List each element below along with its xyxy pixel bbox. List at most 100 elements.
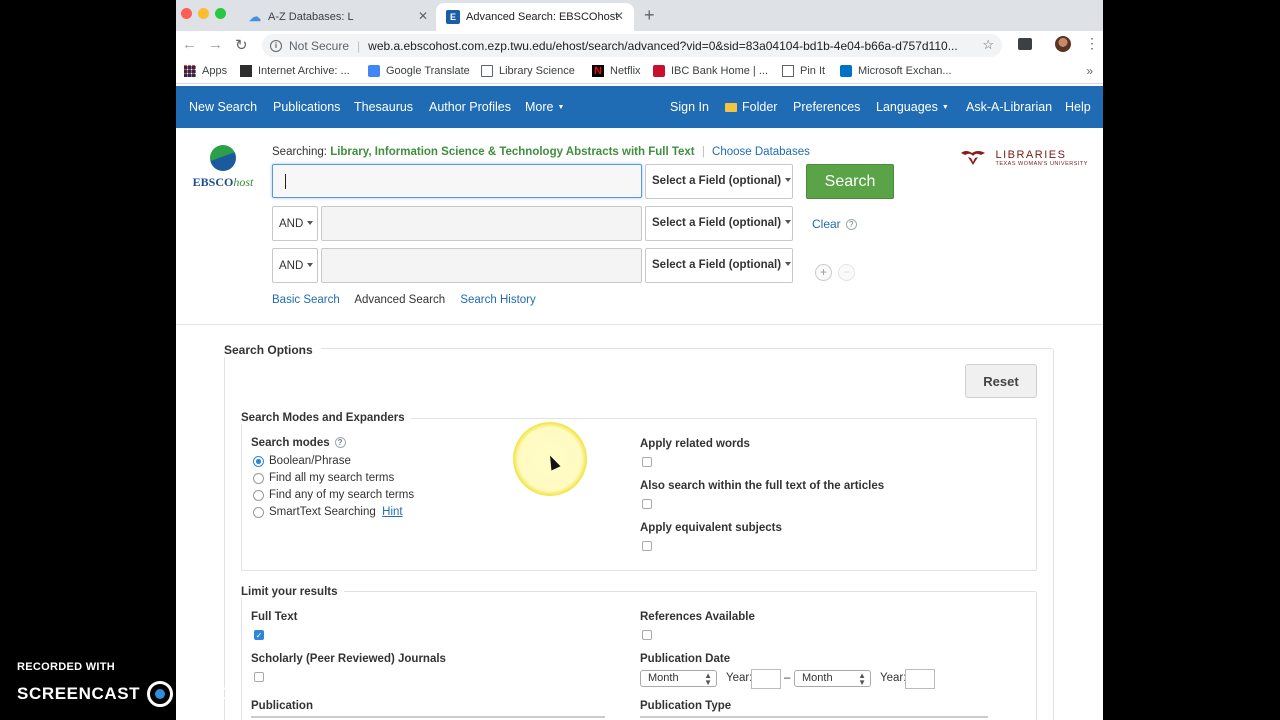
radio-boolean-phrase[interactable] xyxy=(253,456,264,467)
profile-avatar[interactable] xyxy=(1055,36,1071,52)
ask-a-librarian-link[interactable]: Ask-A-Librarian xyxy=(966,100,1052,114)
search-input-2[interactable] xyxy=(321,206,642,241)
folder-link[interactable]: Folder xyxy=(725,100,777,114)
end-month-select[interactable]: Month ▲ ▼ xyxy=(794,670,871,687)
radio-find-any[interactable] xyxy=(253,490,264,501)
year-label: Year: xyxy=(726,672,753,684)
close-icon[interactable]: ✕ xyxy=(614,9,624,23)
caret-down-icon xyxy=(785,220,792,224)
ebscohost-logo[interactable]: EBSCOhost xyxy=(188,145,258,190)
caret-down-icon xyxy=(307,263,314,267)
minimize-window-button[interactable] xyxy=(198,8,209,19)
author-profiles-link[interactable]: Author Profiles xyxy=(429,100,511,114)
bookmark-library-science[interactable]: Library Science xyxy=(481,65,575,77)
updown-arrows-icon: ▲ ▼ xyxy=(704,671,712,687)
bookmark-star-icon[interactable]: ☆ xyxy=(982,37,994,53)
reload-icon[interactable]: ↻ xyxy=(235,36,248,54)
reset-button[interactable]: Reset xyxy=(965,364,1037,398)
close-window-button[interactable] xyxy=(181,8,192,19)
bookmark-pin-it[interactable]: Pin It xyxy=(782,65,825,77)
caret-down-icon xyxy=(785,262,792,266)
publication-label: Publication xyxy=(251,700,313,712)
field-select-2[interactable]: Select a Field (optional) xyxy=(645,206,793,241)
references-checkbox[interactable] xyxy=(642,630,652,640)
new-tab-button[interactable]: + xyxy=(644,5,655,26)
more-bookmarks-icon[interactable]: » xyxy=(1086,64,1093,78)
watermark-recorded-with: RECORDED WITH xyxy=(17,661,116,673)
equivalent-subjects-checkbox[interactable] xyxy=(642,541,652,551)
full-text-checkbox[interactable]: ✓ xyxy=(254,630,264,640)
menu-icon[interactable]: ⋮ xyxy=(1085,35,1099,52)
publication-type-list[interactable] xyxy=(640,716,988,718)
caret-down-icon xyxy=(785,178,792,182)
ebsco-globe-icon xyxy=(210,145,236,171)
choose-databases-link[interactable]: Choose Databases xyxy=(712,146,810,158)
languages-menu[interactable]: Languages ▼ xyxy=(876,100,949,114)
twu-libraries-logo[interactable]: LIBRARIES TEXAS WOMAN'S UNIVERSITY xyxy=(959,149,1088,170)
caret-down-icon: ▼ xyxy=(941,104,949,112)
extension-icon[interactable] xyxy=(1018,38,1032,50)
screen: ☁ A-Z Databases: L ✕ E Advanced Search: … xyxy=(0,0,1280,720)
text-cursor xyxy=(285,174,286,189)
full-text-label: Full Text xyxy=(251,611,298,623)
bookmark-google-translate[interactable]: Google Translate xyxy=(368,65,470,77)
updown-arrows-icon: ▲ ▼ xyxy=(858,671,866,687)
publication-input[interactable] xyxy=(251,716,605,718)
hint-link[interactable]: Hint xyxy=(382,506,402,518)
scholarly-checkbox[interactable] xyxy=(254,672,264,682)
tab-advanced-search[interactable]: E Advanced Search: EBSCOhost ✕ xyxy=(436,3,634,31)
boolean-select-3[interactable]: AND xyxy=(272,248,318,283)
help-link[interactable]: Help xyxy=(1065,100,1091,114)
clear-link[interactable]: Clear? xyxy=(812,217,857,231)
related-words-checkbox[interactable] xyxy=(642,457,652,467)
more-menu[interactable]: More ▼ xyxy=(525,100,564,114)
bookmark-apps[interactable]: Apps xyxy=(184,65,227,77)
page-icon xyxy=(782,65,794,77)
browser-window: ☁ A-Z Databases: L ✕ E Advanced Search: … xyxy=(176,0,1103,720)
full-text-search-checkbox[interactable] xyxy=(642,499,652,509)
search-input-3[interactable] xyxy=(321,248,642,283)
start-month-select[interactable]: Month ▲ ▼ xyxy=(640,670,717,687)
info-icon[interactable]: i xyxy=(270,39,282,52)
publications-link[interactable]: Publications xyxy=(273,100,340,114)
radio-find-all[interactable] xyxy=(253,473,264,484)
publication-date-label: Publication Date xyxy=(640,653,731,665)
screencast-o-matic-watermark: SCREENCAST MATIC xyxy=(17,681,232,707)
caret-down-icon: ▼ xyxy=(557,104,565,112)
search-input-1[interactable] xyxy=(272,164,642,198)
thesaurus-link[interactable]: Thesaurus xyxy=(354,100,413,114)
radio-smarttext[interactable] xyxy=(253,507,264,518)
boolean-select-2[interactable]: AND xyxy=(272,206,318,241)
year-label: Year: xyxy=(880,672,907,684)
tab-label: Advanced Search: EBSCOhost xyxy=(466,11,619,23)
help-icon[interactable]: ? xyxy=(845,219,857,230)
end-year-input[interactable] xyxy=(905,669,935,689)
internet-archive-icon xyxy=(240,65,252,77)
sign-in-link[interactable]: Sign In xyxy=(670,100,709,114)
field-select-1[interactable]: Select a Field (optional) xyxy=(645,164,793,199)
maximize-window-button[interactable] xyxy=(215,8,226,19)
bookmark-ibc-bank[interactable]: IBC Bank Home | ... xyxy=(653,65,768,77)
new-search-link[interactable]: New Search xyxy=(189,100,257,114)
ebsco-e-icon: E xyxy=(446,10,460,24)
bookmarks-bar: Apps Internet Archive: ... Google Transl… xyxy=(176,60,1103,84)
bookmark-internet-archive[interactable]: Internet Archive: ... xyxy=(240,65,350,77)
back-icon[interactable]: ← xyxy=(182,36,197,53)
preferences-link[interactable]: Preferences xyxy=(793,100,860,114)
bookmark-microsoft-exchange[interactable]: Microsoft Exchan... xyxy=(840,65,952,77)
search-history-link[interactable]: Search History xyxy=(460,294,535,306)
address-bar[interactable]: i Not Secure | web.a.ebscohost.com.ezp.t… xyxy=(262,34,1002,57)
close-icon[interactable]: ✕ xyxy=(418,9,428,23)
start-year-input[interactable] xyxy=(751,669,781,689)
bookmark-netflix[interactable]: N Netflix xyxy=(592,65,641,77)
field-select-3[interactable]: Select a Field (optional) xyxy=(645,248,793,283)
help-icon[interactable]: ? xyxy=(334,437,346,448)
search-modes-title: Search Modes and Expanders xyxy=(241,412,411,424)
folder-icon xyxy=(725,103,737,112)
remove-row-button[interactable]: − xyxy=(838,264,855,281)
search-button[interactable]: Search xyxy=(806,164,894,199)
basic-search-link[interactable]: Basic Search xyxy=(272,294,340,306)
add-row-button[interactable]: + xyxy=(815,264,832,281)
forward-icon[interactable]: → xyxy=(208,36,223,53)
tab-az-databases[interactable]: ☁ A-Z Databases: L ✕ xyxy=(238,3,438,31)
